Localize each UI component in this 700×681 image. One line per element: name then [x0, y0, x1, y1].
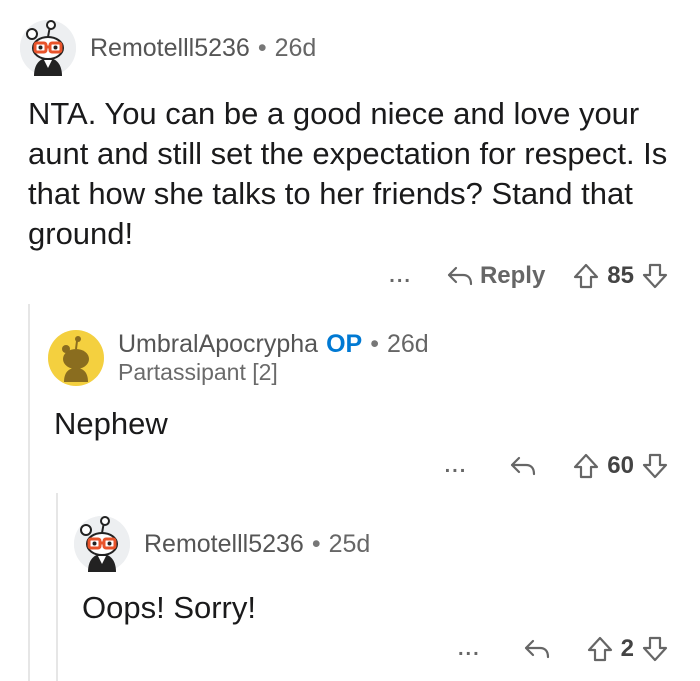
vote-controls: 2 [587, 635, 668, 663]
more-options-button[interactable]: ... [445, 455, 468, 478]
comment-actions: ... Reply 85 [389, 262, 668, 290]
more-options-button[interactable]: ... [389, 265, 412, 288]
reply-button[interactable] [517, 637, 551, 661]
comment-header: Remotelll5236 • 25d [74, 516, 370, 572]
separator: • [257, 33, 267, 62]
user-flair: Partassipant [2] [118, 359, 278, 385]
comment-author-line: Remotelll5236 • 26d [90, 34, 316, 63]
vote-controls: 85 [573, 262, 668, 290]
reply-button[interactable]: Reply [440, 262, 545, 290]
reply-arrow-icon [523, 637, 551, 661]
vote-score: 2 [620, 635, 634, 662]
vote-controls: 60 [573, 452, 668, 480]
more-options-button[interactable]: ... [458, 638, 481, 661]
reply-arrow-icon [446, 264, 474, 288]
comment-age: 25d [328, 529, 371, 558]
thread-line-level-1[interactable] [28, 304, 30, 681]
snoo-glasses-avatar-icon[interactable] [20, 20, 76, 76]
upvote-arrow-icon[interactable] [573, 262, 599, 290]
separator: • [370, 330, 379, 358]
author-name[interactable]: Remotelll5236 [144, 530, 304, 558]
comment-author-line: UmbralApocrypha OP • 26d [118, 330, 429, 359]
vote-score: 60 [607, 452, 634, 479]
comment-age: 26d [386, 330, 429, 358]
comment-header: Remotelll5236 • 26d [20, 20, 316, 76]
upvote-arrow-icon[interactable] [587, 635, 613, 663]
reply-arrow-icon [509, 454, 537, 478]
comment-body: NTA. You can be a good niece and love yo… [28, 96, 668, 251]
comment-header: UmbralApocrypha OP • 26d Partassipant [2] [48, 330, 429, 386]
comment-age: 26d [274, 33, 317, 62]
comment-body: Oops! Sorry! [82, 590, 256, 625]
author-name[interactable]: Remotelll5236 [90, 34, 250, 62]
reply-button[interactable] [503, 454, 537, 478]
comment-actions: ... 60 [445, 452, 668, 480]
comment-actions: ... 2 [458, 635, 668, 663]
reply-label: Reply [479, 262, 546, 289]
snoo-yellow-avatar-icon[interactable] [48, 330, 104, 386]
comment-author-line: Remotelll5236 • 25d [144, 530, 370, 559]
vote-score: 85 [607, 262, 634, 289]
thread-line-level-2[interactable] [56, 493, 58, 681]
op-badge: OP [326, 330, 363, 358]
comment-body: Nephew [54, 406, 168, 441]
downvote-arrow-icon[interactable] [642, 452, 668, 480]
author-block: UmbralApocrypha OP • 26d Partassipant [2] [118, 330, 429, 386]
separator: • [311, 529, 321, 558]
snoo-glasses-avatar-icon[interactable] [74, 516, 130, 572]
upvote-arrow-icon[interactable] [573, 452, 599, 480]
author-name[interactable]: UmbralApocrypha [118, 330, 318, 358]
downvote-arrow-icon[interactable] [642, 262, 668, 290]
downvote-arrow-icon[interactable] [642, 635, 668, 663]
